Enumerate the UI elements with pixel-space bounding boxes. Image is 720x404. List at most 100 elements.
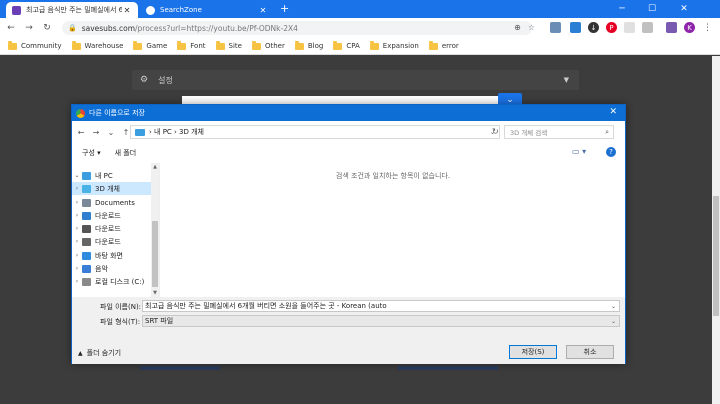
minimize-icon[interactable]: ─ xyxy=(608,0,636,18)
view-options-icon[interactable]: ▭ ▾ xyxy=(572,147,586,156)
extension-icon[interactable] xyxy=(642,22,653,33)
bookmark-game[interactable]: Game xyxy=(133,40,167,50)
image-icon xyxy=(82,237,91,246)
pinterest-icon[interactable]: P xyxy=(606,22,617,33)
3d-objects-icon xyxy=(82,184,91,193)
add-icon[interactable]: ⊕ xyxy=(512,22,523,33)
search-input[interactable]: 3D 개체 검색 ⌕ xyxy=(504,125,614,139)
forward-icon[interactable]: → xyxy=(22,21,36,35)
folder-icon xyxy=(215,40,225,50)
address-bar[interactable]: 🔒 savesubs.com /process?url=https://yout… xyxy=(62,21,532,35)
breadcrumb-path: › 내 PC › 3D 개체 xyxy=(149,128,204,136)
scroll-up-icon[interactable]: ▲ xyxy=(151,164,159,170)
download-extension-icon[interactable]: ↓ xyxy=(588,22,599,33)
back-icon[interactable]: ← xyxy=(75,128,87,137)
maximize-icon[interactable]: ☐ xyxy=(638,0,666,18)
back-icon[interactable]: ← xyxy=(4,21,18,35)
cancel-button[interactable]: 취소 xyxy=(566,345,614,359)
documents-icon xyxy=(82,198,91,207)
profile-avatar[interactable]: K xyxy=(684,22,695,33)
nav-item-3d-objects[interactable]: › 3D 개체 xyxy=(72,182,152,195)
tab-title: 최고급 음식만 주는 밀폐실에서 6... xyxy=(26,6,122,14)
reload-icon[interactable]: ↻ xyxy=(40,21,54,35)
bookmark-font[interactable]: Font xyxy=(177,40,206,50)
folder-icon xyxy=(428,40,438,50)
gear-icon: ⚙ xyxy=(140,75,149,85)
film-icon xyxy=(82,224,91,233)
bookmark-expansion[interactable]: Expansion xyxy=(369,40,419,50)
tab-searchzone[interactable]: SearchZone ✕ xyxy=(140,2,274,18)
forward-icon[interactable]: → xyxy=(90,128,102,137)
settings-panel-header[interactable]: ⚙ 설정 ▼ xyxy=(132,70,579,90)
bookmark-cpa[interactable]: CPA xyxy=(333,40,360,50)
dialog-footer: ▲ 폴더 숨기기 저장(S) 취소 xyxy=(72,331,625,364)
bookmark-blog[interactable]: Blog xyxy=(294,40,323,50)
bookmark-star-icon[interactable]: ☆ xyxy=(526,22,537,33)
empty-message: 검색 조건과 일치하는 항목이 없습니다. xyxy=(335,172,451,180)
url-host: savesubs.com xyxy=(81,23,136,33)
folder-icon xyxy=(8,40,17,50)
extension-icon[interactable] xyxy=(666,22,677,33)
bookmark-site[interactable]: Site xyxy=(215,40,242,50)
lock-icon: 🔒 xyxy=(68,24,77,32)
folder-icon xyxy=(71,40,81,50)
download-icon xyxy=(82,211,91,220)
folder-icon xyxy=(251,40,261,50)
url-path: /process?url=https://youtu.be/Pf-ODNk-2X… xyxy=(135,23,298,33)
folder-icon xyxy=(133,40,143,50)
nav-item-music[interactable]: › 음악 xyxy=(72,262,152,275)
scroll-down-icon[interactable]: ▼ xyxy=(151,290,159,296)
bookmark-warehouse[interactable]: Warehouse xyxy=(71,40,123,50)
filetype-select[interactable]: SRT 파일 ⌄ xyxy=(142,315,620,327)
help-icon[interactable]: ? xyxy=(606,147,616,157)
filetype-label: 파일 형식(T): xyxy=(100,318,141,326)
tab-active[interactable]: 최고급 음식만 주는 밀폐실에서 6... ✕ xyxy=(6,2,138,18)
close-window-icon[interactable]: ✕ xyxy=(670,0,698,18)
new-tab-button[interactable]: + xyxy=(280,2,289,15)
scrollbar-thumb[interactable] xyxy=(713,196,719,316)
nav-item-this-pc[interactable]: ⌄ 내 PC xyxy=(72,169,152,182)
page-button-left[interactable] xyxy=(140,366,220,370)
extension-icon[interactable] xyxy=(570,22,581,33)
dialog-address-row: ← → ⌄ ↑ › 내 PC › 3D 개체 ⌄ ↻ 3D 개체 검색 ⌕ xyxy=(72,121,625,143)
tab-strip: 최고급 음식만 주는 밀폐실에서 6... ✕ SearchZone ✕ + ─… xyxy=(0,0,720,18)
refresh-icon[interactable]: ↻ xyxy=(492,127,499,136)
dialog-title: 다른 이름으로 저장 xyxy=(89,109,145,117)
music-icon xyxy=(82,264,91,273)
breadcrumb[interactable]: › 내 PC › 3D 개체 ⌄ xyxy=(130,125,500,139)
close-tab-icon[interactable]: ✕ xyxy=(122,6,132,15)
nav-item-documents[interactable]: › Documents xyxy=(72,196,152,209)
organize-button[interactable]: 구성 ▾ xyxy=(82,148,101,158)
chevron-down-icon[interactable]: ⌄ xyxy=(611,303,616,310)
page-scrollbar[interactable] xyxy=(712,56,720,404)
pc-icon xyxy=(82,171,91,180)
nav-item-local-disk[interactable]: › 로컬 디스크 (C:) xyxy=(72,275,152,288)
recent-locations-icon[interactable]: ⌄ xyxy=(105,128,117,137)
new-folder-button[interactable]: 새 폴더 xyxy=(115,148,137,158)
close-tab-icon[interactable]: ✕ xyxy=(258,6,268,15)
close-icon[interactable]: ✕ xyxy=(609,107,617,117)
file-list[interactable]: 검색 조건과 일치하는 항목이 없습니다. xyxy=(161,163,625,297)
nav-item-downloads[interactable]: › 다운로드 xyxy=(72,235,152,248)
filename-label: 파일 이름(N): xyxy=(100,303,142,311)
extension-icon[interactable] xyxy=(550,22,561,33)
bookmark-other[interactable]: Other xyxy=(251,40,285,50)
nav-item-downloads[interactable]: › 다운로드 xyxy=(72,222,152,235)
extension-icon[interactable] xyxy=(624,22,635,33)
navigation-pane: ⌄ 내 PC › 3D 개체 › Documents › 다운로드 › 다운로드… xyxy=(72,163,160,297)
bookmark-error[interactable]: error xyxy=(428,40,459,50)
save-button[interactable]: 저장(S) xyxy=(509,345,557,359)
folder-icon xyxy=(177,40,187,50)
hide-folders-toggle[interactable]: ▲ 폴더 숨기기 xyxy=(78,348,121,358)
searchzone-favicon-icon xyxy=(146,5,155,15)
navigation-scrollbar[interactable]: ▲ ▼ xyxy=(151,163,159,297)
pc-icon xyxy=(135,128,145,136)
nav-item-desktop[interactable]: › 바탕 화면 xyxy=(72,249,152,262)
page-button-right[interactable] xyxy=(398,366,498,370)
filename-field[interactable]: 최고급 음식만 주는 밀폐실에서 6개월 버티면 소원을 들어주는 곳 - Ko… xyxy=(142,300,620,312)
dialog-titlebar: 다른 이름으로 저장 ✕ xyxy=(72,105,625,121)
scrollbar-thumb[interactable] xyxy=(152,221,158,287)
bookmark-community[interactable]: Community xyxy=(8,40,62,50)
menu-icon[interactable]: ⋮ xyxy=(702,22,713,33)
nav-item-downloads[interactable]: › 다운로드 xyxy=(72,209,152,222)
